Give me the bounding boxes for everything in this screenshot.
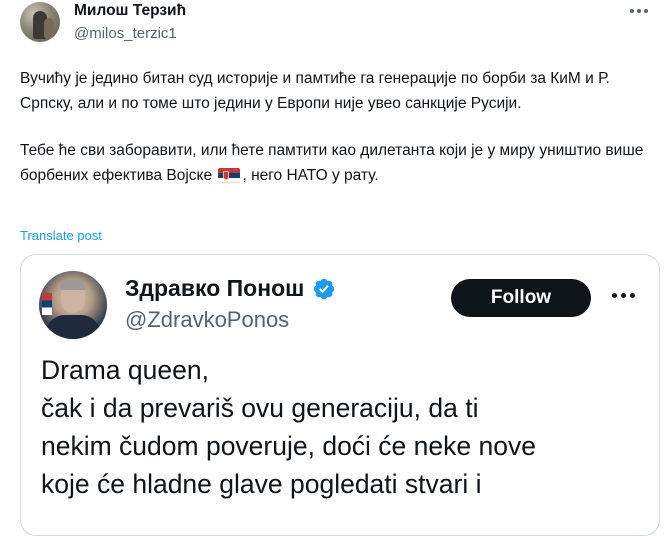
avatar-figure-2: [44, 18, 54, 38]
quoted-line-3: nekim čudom poveruje, doći će neke nove: [41, 431, 536, 461]
author-avatar[interactable]: [20, 2, 60, 42]
author-name[interactable]: Милош Терзић: [74, 2, 186, 20]
more-options-icon[interactable]: [630, 4, 648, 18]
translate-post-link[interactable]: Translate post: [20, 228, 102, 243]
avatar-hair: [60, 280, 86, 290]
follow-button[interactable]: Follow: [451, 279, 591, 317]
avatar-suit: [45, 315, 101, 339]
quoted-line-4: koje će hladne glave pogledati stvari i: [41, 469, 482, 499]
quoted-author-row: Здравко Понош: [125, 275, 336, 302]
tweet-body: Вучићу је једино битан суд историје и па…: [20, 66, 660, 188]
paragraph-2-text-end: , него НАТО у рату.: [242, 167, 379, 184]
quoted-more-options-icon[interactable]: [612, 293, 635, 298]
author-handle[interactable]: @milos_terzic1: [74, 25, 177, 42]
verified-badge-icon: [314, 278, 335, 299]
quoted-author-name[interactable]: Здравко Понош: [125, 275, 304, 302]
quoted-line-2: čak i da prevariš ovu generaciju, da ti: [41, 393, 479, 423]
serbia-flag-icon: [218, 168, 241, 183]
quoted-tweet-text: Drama queen, čak i da prevariš ovu gener…: [41, 351, 651, 503]
tweet-paragraph-2: Тебе ће сви заборавити, или ћете памтити…: [20, 138, 660, 188]
avatar-flag: [42, 293, 52, 315]
quoted-author-handle[interactable]: @ZdravkoPonos: [125, 307, 289, 333]
quoted-tweet-card[interactable]: Здравко Понош @ZdravkoPonos Follow Drama…: [20, 254, 660, 536]
quoted-line-1: Drama queen,: [41, 355, 209, 385]
quoted-author-avatar[interactable]: [39, 271, 107, 339]
tweet-paragraph-1: Вучићу је једино битан суд историје и па…: [20, 70, 610, 112]
